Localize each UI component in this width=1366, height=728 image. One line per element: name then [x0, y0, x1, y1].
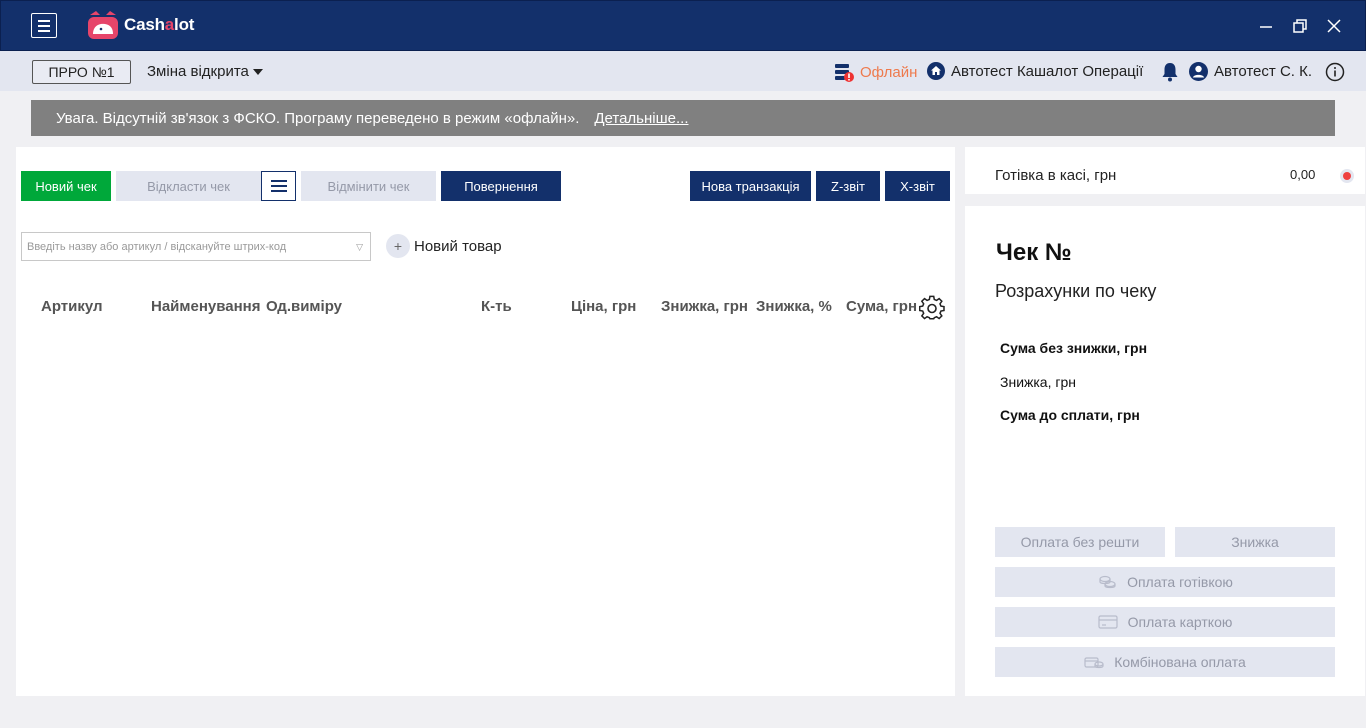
offline-warning-banner: Увага. Відсутній зв'язок з ФСКО. Програм… [31, 100, 1335, 136]
new-check-button[interactable]: Новий чек [21, 171, 111, 201]
receipt-subtitle: Розрахунки по чеку [995, 281, 1157, 301]
pay-cash-button[interactable]: Оплата готівкою [995, 567, 1335, 597]
combined-payment-label: Комбінована оплата [1114, 654, 1246, 670]
shift-dropdown[interactable]: Зміна відкрита [147, 63, 263, 80]
new-item-button[interactable]: + Новий товар [386, 234, 502, 258]
minimize-icon [1260, 26, 1272, 28]
sum-to-pay-label: Сума до сплати, грн [1000, 407, 1140, 423]
offline-status[interactable]: Офлайн [834, 62, 917, 82]
column-header-discount-percent: Знижка, % [756, 298, 832, 315]
banner-message: Увага. Відсутній зв'язок з ФСКО. Програм… [56, 109, 580, 127]
credit-card-icon [1098, 615, 1118, 629]
notifications-button[interactable] [1161, 62, 1179, 82]
coins-icon [1099, 575, 1116, 589]
minimize-button[interactable] [1254, 14, 1278, 38]
server-error-icon [835, 64, 854, 82]
new-transaction-button[interactable]: Нова транзакція [690, 171, 811, 201]
pay-card-button[interactable]: Оплата карткою [995, 607, 1335, 637]
pay-cash-label: Оплата готівкою [1127, 574, 1233, 590]
return-button[interactable]: Повернення [441, 171, 561, 201]
combined-payment-button[interactable]: Комбінована оплата [995, 647, 1335, 677]
search-placeholder: Введіть назву або артикул / відскануйте … [27, 240, 287, 253]
z-report-button[interactable]: Z-звіт [816, 171, 880, 201]
user-avatar-icon [1189, 62, 1208, 81]
caret-down-icon [252, 68, 263, 75]
plus-icon: + [386, 234, 410, 258]
shift-label: Зміна відкрита [147, 63, 249, 80]
offline-label: Офлайн [860, 63, 918, 81]
organization-selector[interactable]: Автотест Кашалот Операції [927, 62, 1143, 80]
cash-label: Готівка в касі, грн [995, 167, 1117, 184]
discount-label: Знижка, грн [1000, 374, 1076, 390]
restore-button[interactable] [1288, 14, 1312, 38]
cash-balance-panel: Готівка в касі, грн 0,00 [965, 147, 1365, 194]
info-icon [1325, 62, 1345, 82]
organization-label: Автотест Кашалот Операції [951, 62, 1144, 80]
prro-selector[interactable]: ПРРО №1 [32, 60, 131, 84]
column-header-discount-amount: Знижка, грн [661, 298, 748, 315]
home-icon [927, 62, 945, 80]
product-search-input[interactable]: Введіть назву або артикул / відскануйте … [21, 232, 371, 261]
app-name: Cashalot [124, 15, 195, 34]
cash-value: 0,00 [1290, 167, 1316, 182]
user-label: Автотест С. К. [1214, 63, 1313, 80]
discount-button[interactable]: Знижка [1175, 527, 1335, 557]
info-button[interactable] [1325, 62, 1345, 82]
combined-payment-icon [1084, 657, 1104, 669]
restore-icon [1293, 19, 1307, 33]
whale-logo-icon [88, 11, 118, 39]
column-header-sum: Сума, грн [846, 298, 918, 315]
cancel-check-button[interactable]: Відмінити чек [301, 171, 436, 201]
column-header-name: Найменування [151, 298, 261, 315]
user-menu[interactable]: Автотест С. К. [1189, 62, 1312, 81]
close-icon [1327, 19, 1341, 33]
app-logo: Cashalot [86, 9, 194, 41]
details-link[interactable]: Детальніше... [594, 110, 688, 127]
connection-status-indicator [1340, 169, 1354, 183]
pay-card-label: Оплата карткою [1127, 614, 1233, 630]
column-header-price: Ціна, грн [571, 298, 637, 315]
title-bar [0, 0, 1366, 51]
bell-icon [1162, 63, 1178, 82]
chevron-down-icon: ▽ [356, 242, 363, 252]
status-bar: ПРРО №1 Зміна відкрита Офлайн Автотест К… [0, 51, 1366, 91]
postpone-check-button[interactable]: Відкласти чек [116, 171, 261, 201]
gear-icon[interactable] [919, 295, 945, 321]
check-panel: Новий чек Відкласти чек Відмінити чек По… [16, 147, 955, 696]
pay-without-change-button[interactable]: Оплата без решти [995, 527, 1165, 557]
column-header-sku: Артикул [41, 298, 103, 315]
x-report-button[interactable]: X-звіт [885, 171, 950, 201]
column-header-quantity: К-ть [481, 298, 512, 315]
receipt-panel: Чек № Розрахунки по чеку Сума без знижки… [965, 206, 1365, 696]
new-item-label: Новий товар [414, 237, 502, 255]
main-menu-button[interactable] [31, 13, 57, 38]
postponed-list-button[interactable] [261, 171, 296, 201]
close-button[interactable] [1322, 14, 1346, 38]
receipt-title: Чек № [996, 239, 1072, 266]
sum-without-discount-label: Сума без знижки, грн [1000, 340, 1148, 356]
column-header-unit: Од.виміру [266, 298, 342, 315]
